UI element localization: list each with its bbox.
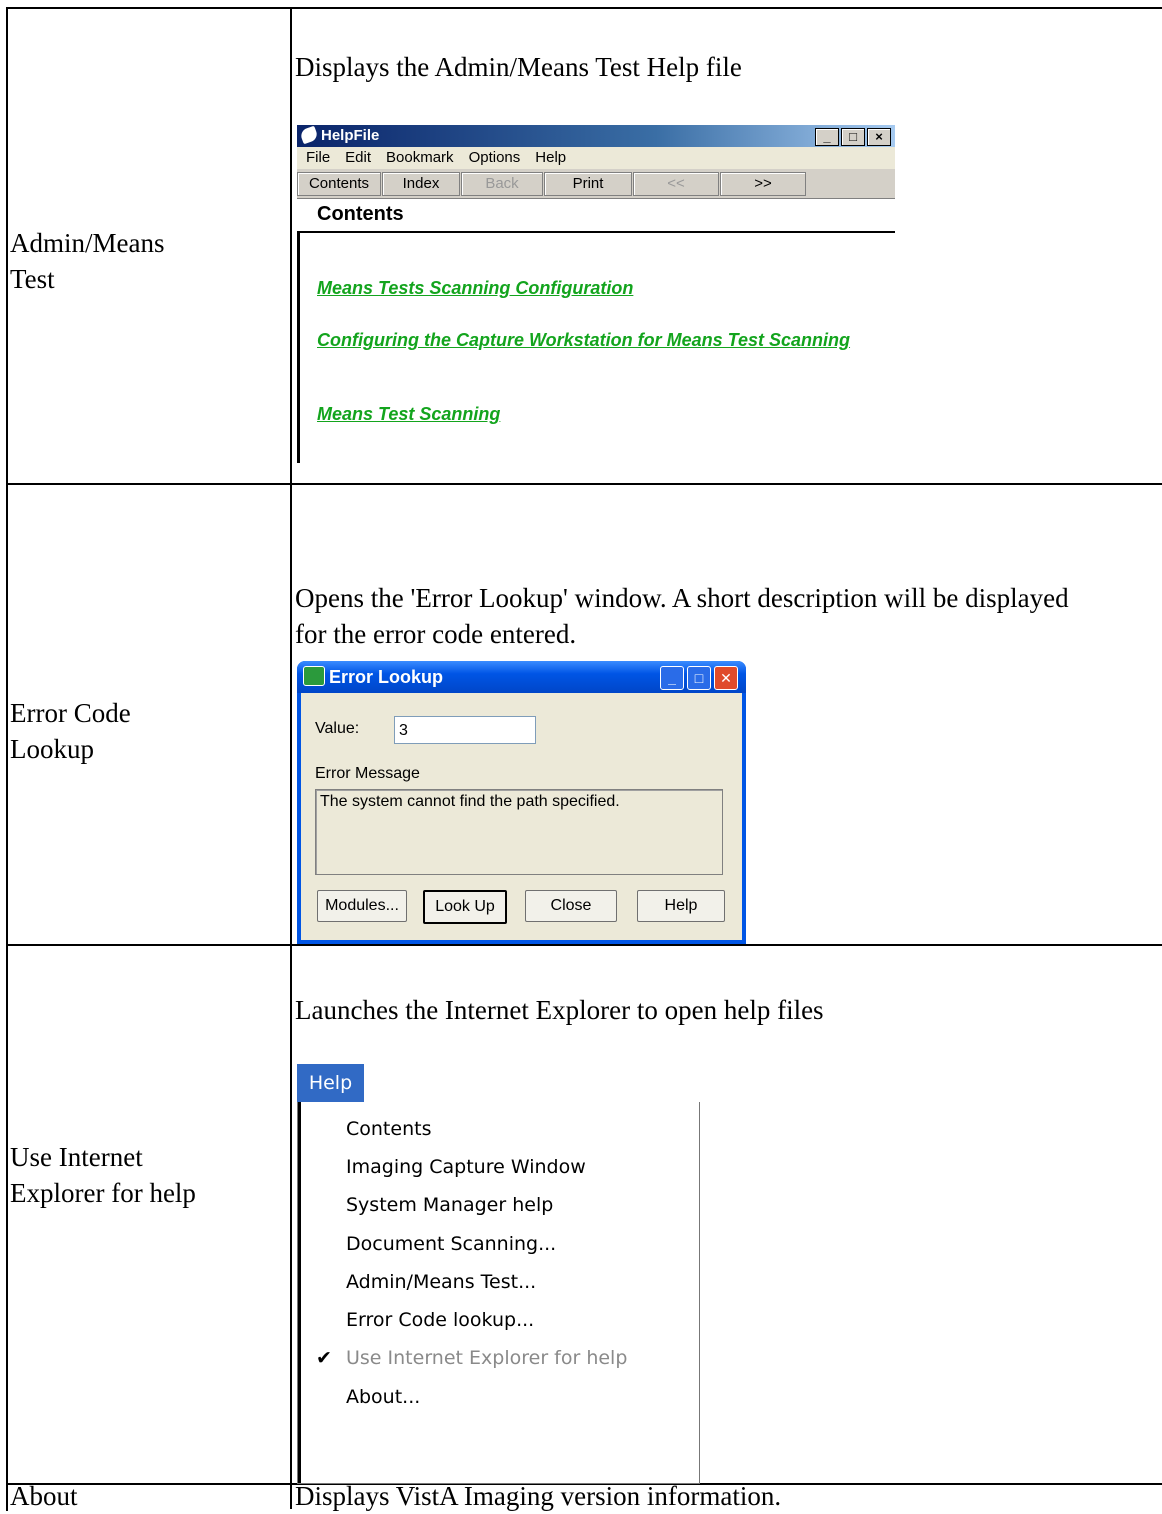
helpfile-menubar: File Edit Bookmark Options Help (297, 147, 895, 169)
menu-item-system-manager-help[interactable]: System Manager help (346, 1192, 553, 1218)
helpfile-heading: Contents (297, 199, 895, 233)
helpfile-titlebar: HelpFile _ □ × (297, 125, 895, 147)
row-divider (6, 944, 1162, 946)
menu-help[interactable]: Help (526, 147, 572, 169)
menu-edit[interactable]: Edit (336, 147, 377, 169)
error-message-box: The system cannot find the path specifie… (315, 789, 723, 875)
row-desc-error-code-lookup: Opens the 'Error Lookup' window. A short… (295, 583, 1069, 649)
value-label: Value: (315, 720, 360, 737)
helpfile-logo-icon (299, 125, 319, 145)
link-configuring-capture-workstation[interactable]: Configuring the Capture Workstation for … (317, 329, 877, 351)
menu-options[interactable]: Options (460, 147, 527, 169)
menu-item-about[interactable]: About... (346, 1384, 420, 1410)
link-means-test-scanning[interactable]: Means Test Scanning (317, 403, 500, 425)
maximize-icon[interactable]: □ (841, 128, 865, 146)
help-button[interactable]: Help (637, 890, 725, 922)
error-lookup-app-icon (303, 666, 325, 686)
menu-left-edge (298, 1102, 301, 1483)
minimize-icon[interactable]: _ (660, 666, 684, 690)
prev-button[interactable]: << (633, 172, 719, 196)
help-menu-title[interactable]: Help (297, 1064, 364, 1102)
menu-item-document-scanning[interactable]: Document Scanning... (346, 1231, 556, 1257)
contents-button[interactable]: Contents (297, 172, 381, 196)
row-divider (6, 483, 1162, 485)
print-button[interactable]: Print (544, 172, 632, 196)
next-button[interactable]: >> (720, 172, 806, 196)
menu-item-admin-means-test[interactable]: Admin/Means Test... (346, 1269, 536, 1295)
error-lookup-body: Value: 3 Error Message The system cannot… (301, 693, 742, 940)
row-label-admin-means-test: Admin/Means Test (10, 228, 165, 294)
helpfile-window: HelpFile _ □ × File Edit Bookmark Option… (297, 125, 895, 470)
look-up-button[interactable]: Look Up (423, 890, 507, 924)
menu-bookmark[interactable]: Bookmark (377, 147, 460, 169)
row-desc-admin-means-test: Displays the Admin/Means Test Help file (295, 52, 742, 82)
row-label-error-code-lookup: Error Code Lookup (10, 698, 131, 764)
helpfile-toolbar: Contents Index Back Print << >> (297, 169, 895, 199)
helpfile-content: Means Tests Scanning Configuration Confi… (297, 233, 895, 463)
close-button[interactable]: Close (525, 890, 617, 922)
value-input[interactable]: 3 (394, 716, 536, 744)
checkmark-icon: ✔ (316, 1347, 332, 1369)
row-label-use-internet-explorer: Use Internet Explorer for help (10, 1142, 196, 1208)
link-means-tests-scanning-configuration[interactable]: Means Tests Scanning Configuration (317, 277, 633, 299)
menu-item-imaging-capture-window[interactable]: Imaging Capture Window (346, 1154, 586, 1180)
minimize-icon[interactable]: _ (815, 128, 839, 146)
modules-button[interactable]: Modules... (317, 890, 407, 922)
error-lookup-title: Error Lookup (329, 667, 444, 687)
index-button[interactable]: Index (382, 172, 460, 196)
menu-file[interactable]: File (297, 147, 336, 169)
error-lookup-window: Error Lookup _ □ ✕ Value: 3 Error Messag… (297, 661, 746, 944)
back-button[interactable]: Back (461, 172, 543, 196)
close-icon[interactable]: × (867, 128, 891, 146)
helpfile-title: HelpFile (321, 127, 380, 144)
error-message-label: Error Message (315, 765, 420, 782)
close-icon[interactable]: ✕ (714, 666, 738, 690)
menu-item-error-code-lookup[interactable]: Error Code lookup... (346, 1307, 534, 1333)
menu-item-contents[interactable]: Contents (346, 1116, 431, 1142)
maximize-icon[interactable]: □ (687, 666, 711, 690)
row-desc-use-internet-explorer: Launches the Internet Explorer to open h… (295, 995, 824, 1025)
help-dropdown-menu: Contents Imaging Capture Window System M… (297, 1102, 700, 1484)
error-lookup-titlebar: Error Lookup _ □ ✕ (297, 661, 746, 693)
menu-item-use-internet-explorer[interactable]: Use Internet Explorer for help (346, 1345, 627, 1371)
column-divider (290, 7, 292, 1509)
